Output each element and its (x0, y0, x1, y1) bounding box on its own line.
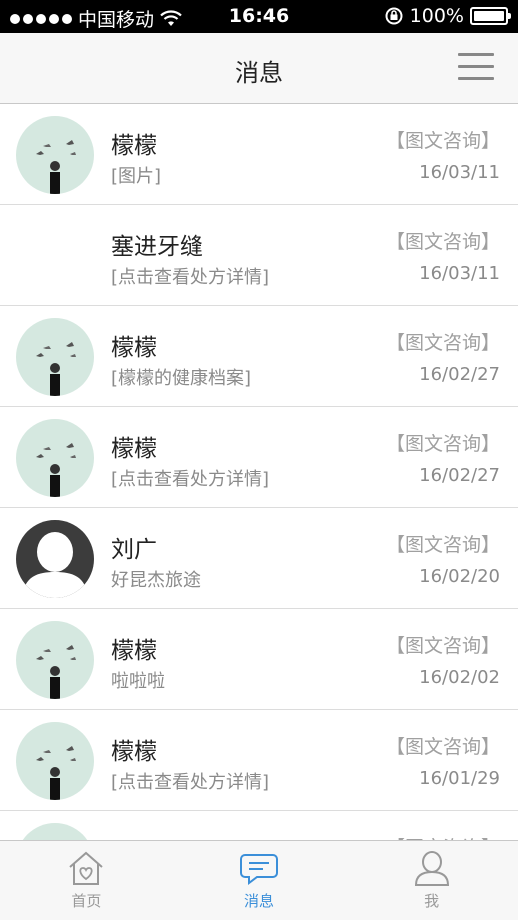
battery-percent: 100% (409, 5, 464, 27)
consult-type-tag: 【图文咨询】 (385, 635, 500, 657)
nav-bar: 消息 (0, 33, 518, 104)
message-row[interactable]: 檬檬 【图文咨询】 (0, 811, 518, 840)
message-preview: 好昆杰旅途 (111, 570, 201, 591)
message-row[interactable]: 檬檬 [檬檬的健康档案] 【图文咨询】 16/02/27 (0, 306, 518, 407)
message-preview: [点击查看处方详情] (111, 469, 270, 490)
contact-name: 檬檬 (111, 739, 157, 765)
message-list[interactable]: 檬檬 [图片] 【图文咨询】 16/03/11 塞进牙缝 [点击查看处方详情] 【图文咨询】… (0, 104, 518, 840)
avatar (16, 520, 94, 598)
consult-type-tag: 【图文咨询】 (385, 130, 500, 152)
tab-home-label: 首页 (71, 892, 102, 910)
message-date: 16/02/27 (419, 465, 500, 486)
avatar (16, 722, 94, 800)
message-date: 16/03/11 (419, 263, 500, 284)
avatar (16, 116, 94, 194)
avatar (16, 318, 94, 396)
consult-type-tag: 【图文咨询】 (385, 332, 500, 354)
avatar (16, 419, 94, 497)
message-preview: [檬檬的健康档案] (111, 368, 252, 389)
message-row[interactable]: 塞进牙缝 [点击查看处方详情] 【图文咨询】 16/03/11 (0, 205, 518, 306)
menu-button[interactable] (458, 53, 494, 83)
avatar (16, 621, 94, 699)
contact-name: 檬檬 (111, 133, 157, 159)
message-row[interactable]: 刘广好昆杰旅途 【图文咨询】 16/02/20 (0, 508, 518, 609)
home-icon (69, 851, 103, 885)
message-row[interactable]: 檬檬 [点击查看处方详情] 【图文咨询】 16/01/29 (0, 710, 518, 811)
tab-home[interactable]: 首页 (0, 841, 173, 920)
tab-me-label: 我 (424, 892, 440, 910)
message-date: 16/01/29 (419, 768, 500, 789)
message-preview: [点击查看处方详情] (111, 772, 270, 793)
rotation-lock-icon (385, 7, 403, 25)
message-row[interactable]: 檬檬 [点击查看处方详情] 【图文咨询】 16/02/27 (0, 407, 518, 508)
contact-name: 塞进牙缝 (111, 234, 203, 260)
tab-me[interactable]: 我 (345, 841, 518, 920)
contact-name: 檬檬 (111, 436, 157, 462)
consult-type-tag: 【图文咨询】 (385, 534, 500, 556)
message-date: 16/02/20 (419, 566, 500, 587)
page-title: 消息 (235, 59, 283, 87)
consult-type-tag: 【图文咨询】 (385, 433, 500, 455)
status-right: 100% (384, 5, 511, 27)
consult-type-tag: 【图文咨询】 (385, 736, 500, 758)
avatar (16, 823, 94, 840)
consult-type-tag: 【图文咨询】 (386, 833, 500, 840)
contact-name: 檬檬 (111, 335, 157, 361)
status-bar: 中国移动 16:46 100% (0, 0, 518, 33)
chat-icon (240, 854, 278, 885)
message-row[interactable]: 檬檬啦啦啦 【图文咨询】 16/02/02 (0, 609, 518, 710)
contact-name: 檬檬 (111, 833, 157, 840)
contact-name: 檬檬 (111, 638, 157, 664)
contact-name: 刘广 (111, 537, 157, 563)
message-date: 16/02/02 (419, 667, 500, 688)
menu-icon (458, 53, 494, 56)
person-icon (414, 851, 449, 886)
message-preview: [图片] (111, 166, 162, 187)
tab-messages-label: 消息 (244, 892, 275, 910)
message-row[interactable]: 檬檬 [图片] 【图文咨询】 16/03/11 (0, 104, 518, 205)
battery-icon (470, 7, 511, 25)
tab-messages[interactable]: 消息 (173, 841, 346, 920)
tab-bar: 首页 消息 我 (0, 840, 518, 920)
avatar (16, 217, 94, 295)
message-preview: [点击查看处方详情] (111, 267, 270, 288)
message-date: 16/02/27 (419, 364, 500, 385)
consult-type-tag: 【图文咨询】 (385, 231, 500, 253)
message-preview: 啦啦啦 (111, 671, 165, 692)
message-date: 16/03/11 (419, 162, 500, 183)
